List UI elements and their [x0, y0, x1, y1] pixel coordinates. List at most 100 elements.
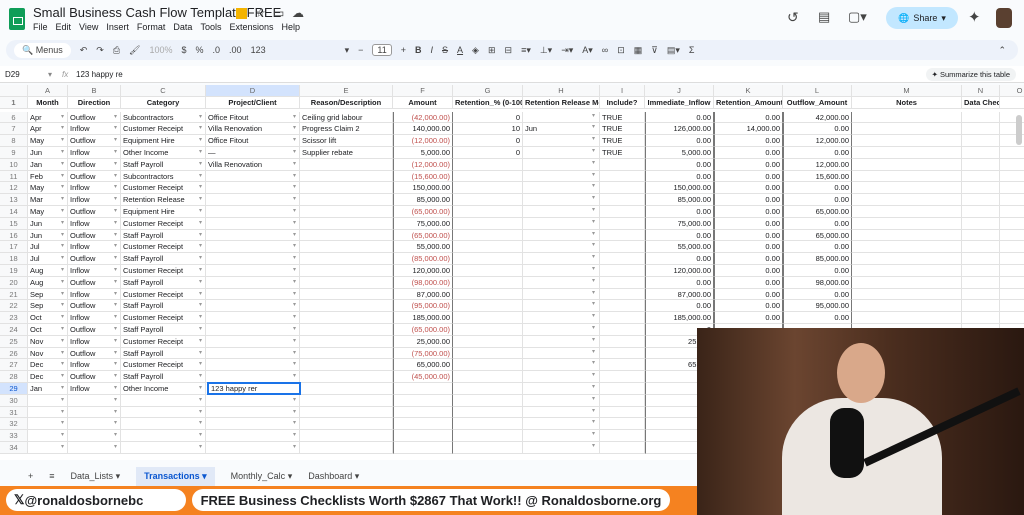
- cell-l[interactable]: 12,000.00: [783, 135, 852, 147]
- cell-j[interactable]: 75,000.00: [645, 217, 714, 230]
- cell-a[interactable]: Jan: [28, 383, 68, 395]
- sheet-tab-data_lists[interactable]: Data_Lists ▾: [71, 471, 121, 482]
- cell-l[interactable]: 85,000.00: [783, 253, 852, 265]
- cell-b[interactable]: Inflow: [68, 383, 121, 395]
- cell-f[interactable]: 65,000.00: [393, 359, 453, 372]
- cell-a[interactable]: [28, 418, 68, 431]
- cell-i[interactable]: [600, 418, 645, 431]
- cell-g[interactable]: [453, 276, 523, 289]
- cell-a[interactable]: Jun: [28, 229, 68, 242]
- merge-icon[interactable]: ⊟: [505, 45, 513, 56]
- cell-i[interactable]: [600, 312, 645, 324]
- cell-g[interactable]: [453, 206, 523, 218]
- menu-edit[interactable]: Edit: [56, 22, 72, 32]
- empty-cell[interactable]: [962, 135, 1000, 147]
- empty-cell[interactable]: [1000, 147, 1024, 159]
- cell-b[interactable]: Outflow: [68, 229, 121, 242]
- cell-h[interactable]: [523, 406, 600, 419]
- empty-cell[interactable]: [1000, 159, 1024, 171]
- cell-e[interactable]: [300, 253, 393, 265]
- row-header[interactable]: 29: [0, 383, 28, 395]
- empty-cell[interactable]: [962, 123, 1000, 136]
- cell-k[interactable]: 0.00: [714, 135, 783, 147]
- zoom-select[interactable]: 100%: [149, 45, 172, 55]
- cell-c[interactable]: Staff Payroll: [121, 300, 206, 313]
- summarize-table-button[interactable]: ✦ Summarize this table: [925, 68, 1016, 81]
- move-icon[interactable]: ▭: [273, 6, 284, 20]
- cell-c[interactable]: Staff Payroll: [121, 371, 206, 383]
- empty-cell[interactable]: [852, 265, 962, 277]
- cell-d[interactable]: [206, 430, 300, 442]
- cell-k[interactable]: 0.00: [714, 288, 783, 301]
- cell-g[interactable]: [453, 359, 523, 372]
- cell-j[interactable]: 0.00: [645, 276, 714, 289]
- row-header[interactable]: 28: [0, 371, 28, 383]
- cell-i[interactable]: [600, 383, 645, 395]
- cell-l[interactable]: 0.00: [783, 265, 852, 277]
- empty-cell[interactable]: [852, 147, 962, 159]
- cell-i[interactable]: [600, 158, 645, 171]
- cell-a[interactable]: [28, 442, 68, 454]
- wrap-icon[interactable]: ⇥▾: [561, 45, 573, 56]
- cell-g[interactable]: [453, 418, 523, 431]
- undo-icon[interactable]: ↶: [80, 45, 88, 56]
- cell-k[interactable]: 0.00: [714, 276, 783, 289]
- row-header[interactable]: 17: [0, 241, 28, 254]
- sheets-logo[interactable]: [9, 8, 25, 30]
- cell-b[interactable]: [68, 430, 121, 442]
- cell-c[interactable]: Customer Receipt: [121, 182, 206, 195]
- cell-d[interactable]: Villa Renovation: [206, 158, 300, 171]
- cell-h[interactable]: [523, 182, 600, 195]
- empty-cell[interactable]: [1000, 312, 1024, 324]
- cell-a[interactable]: [28, 394, 68, 407]
- sheet-tab-dashboard[interactable]: Dashboard ▾: [308, 471, 359, 482]
- cell-l[interactable]: 95,000.00: [783, 300, 852, 313]
- cell-d[interactable]: —: [206, 147, 300, 159]
- row-header[interactable]: 11: [0, 170, 28, 183]
- cell-i[interactable]: TRUE: [600, 135, 645, 147]
- cell-d[interactable]: [206, 182, 300, 195]
- cell-j[interactable]: 126,000.00: [645, 123, 714, 136]
- empty-cell[interactable]: [1000, 206, 1024, 218]
- chart-icon[interactable]: ▦: [634, 45, 643, 56]
- cell-l[interactable]: 0.00: [783, 123, 852, 136]
- cell-b[interactable]: [68, 418, 121, 431]
- search-menus-button[interactable]: 🔍 Menus: [14, 42, 71, 58]
- cell-g[interactable]: [453, 383, 523, 395]
- cell-b[interactable]: Outflow: [68, 158, 121, 171]
- font-size-increase[interactable]: +: [401, 45, 406, 55]
- cell-c[interactable]: Customer Receipt: [121, 265, 206, 277]
- empty-cell[interactable]: [962, 158, 1000, 171]
- cell-d[interactable]: Office Fitout: [206, 135, 300, 147]
- empty-cell[interactable]: [1000, 171, 1024, 183]
- cell-e[interactable]: [300, 300, 393, 313]
- cell-f[interactable]: [393, 394, 453, 407]
- link-icon[interactable]: ∞: [602, 45, 608, 55]
- row-header[interactable]: 1: [0, 96, 28, 109]
- cell-g[interactable]: [453, 335, 523, 348]
- cell-f[interactable]: (85,000.00): [393, 253, 453, 265]
- cell-c[interactable]: Customer Receipt: [121, 217, 206, 230]
- cell-f[interactable]: 140,000.00: [393, 123, 453, 136]
- cell-k[interactable]: 0.00: [714, 158, 783, 171]
- cell-k[interactable]: 0.00: [714, 170, 783, 183]
- font-size-input[interactable]: 11: [372, 44, 392, 56]
- history-icon[interactable]: ↺: [787, 9, 799, 26]
- percent-button[interactable]: %: [196, 45, 204, 55]
- cell-f[interactable]: (98,000.00): [393, 276, 453, 289]
- cell-g[interactable]: [453, 324, 523, 336]
- cell-h[interactable]: [523, 217, 600, 230]
- cell-b[interactable]: Outflow: [68, 371, 121, 383]
- cell-b[interactable]: Inflow: [68, 241, 121, 254]
- cell-k[interactable]: 0.00: [714, 253, 783, 265]
- align-icon[interactable]: ≡▾: [521, 45, 531, 56]
- sheet-tab-monthly_calc[interactable]: Monthly_Calc ▾: [231, 471, 293, 482]
- empty-cell[interactable]: [1000, 230, 1024, 242]
- cell-b[interactable]: [68, 442, 121, 454]
- cell-d[interactable]: [206, 359, 300, 372]
- empty-cell[interactable]: [962, 217, 1000, 230]
- empty-cell[interactable]: [852, 253, 962, 265]
- row-header[interactable]: 34: [0, 442, 28, 454]
- cell-d[interactable]: [206, 394, 300, 407]
- cell-k[interactable]: 0.00: [714, 265, 783, 277]
